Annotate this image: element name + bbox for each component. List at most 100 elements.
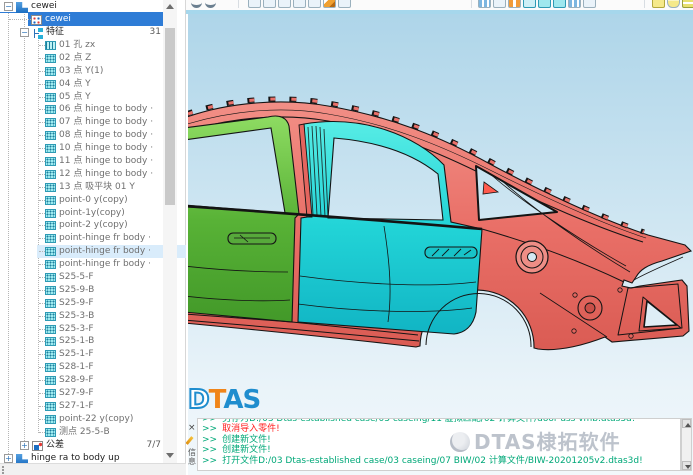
logo-letter-s: S xyxy=(242,385,261,415)
expand-icon[interactable]: + xyxy=(20,440,29,450)
collapse-icon[interactable]: − xyxy=(20,28,29,37)
clamp-icon[interactable] xyxy=(583,0,596,8)
measure-grid-icon[interactable] xyxy=(478,0,491,8)
tree-item[interactable]: S27-1-F xyxy=(0,400,185,413)
tree-node-tolerance[interactable]: + 公差 7/7 xyxy=(0,439,185,452)
add-page-icon[interactable] xyxy=(263,0,276,8)
mesh-grid-icon[interactable] xyxy=(568,0,581,8)
tree-item-hovered[interactable]: point-hinge fr body · xyxy=(0,245,186,259)
triangle-tool-icon[interactable] xyxy=(667,0,680,8)
export-icon[interactable] xyxy=(248,0,261,8)
tree-node-label: cewei xyxy=(31,1,57,11)
point-feature-icon xyxy=(45,118,56,128)
tree-item[interactable]: 07 点 hinge to body · xyxy=(0,116,185,129)
tree-item[interactable]: point-hinge fr body · xyxy=(0,232,185,245)
grid-tool-icon[interactable] xyxy=(682,0,693,8)
tree-item[interactable]: S25-5-F xyxy=(0,271,185,284)
tree-item[interactable]: S28-9-F xyxy=(0,374,185,387)
tree-node-label: 特征 xyxy=(46,27,65,37)
edit-pencil-icon[interactable] xyxy=(323,0,336,8)
tree-stub xyxy=(9,19,31,20)
tree-node-label: 公差 xyxy=(46,439,65,450)
tree-item[interactable]: S27-9-F xyxy=(0,387,185,400)
pencil-icon[interactable] xyxy=(185,436,194,445)
tree-item[interactable]: S28-1-F xyxy=(0,361,185,374)
point-cloud-icon[interactable] xyxy=(523,0,536,8)
tree-item[interactable]: 01 孔 zx xyxy=(0,39,185,52)
watermark-logo-icon xyxy=(450,432,470,452)
point-feature-icon xyxy=(45,157,56,167)
measure-icon xyxy=(31,15,42,25)
point-feature-icon xyxy=(45,208,56,218)
front-door-handle xyxy=(227,232,277,245)
logo-letter-t: T xyxy=(208,385,225,415)
close-icon[interactable]: × xyxy=(188,424,196,433)
pin-yellow-icon[interactable] xyxy=(652,0,665,8)
copy-page-icon[interactable] xyxy=(338,0,351,8)
tree-item[interactable]: S25-9-F xyxy=(0,297,185,310)
undo-icon[interactable] xyxy=(191,0,202,8)
tree-item[interactable]: 11 点 hinge to body · xyxy=(0,155,185,168)
tree-node-features[interactable]: − 特征 31 xyxy=(0,26,185,39)
point-feature-icon xyxy=(45,324,56,334)
scrollbar-thumb[interactable] xyxy=(165,28,175,205)
tree-item[interactable]: 06 点 hinge to body · xyxy=(0,103,185,116)
point-feature-icon xyxy=(45,182,56,192)
tab-information[interactable]: 信息 xyxy=(187,448,197,466)
tolerance-count: 7/7 xyxy=(146,439,161,450)
log-scrollbar[interactable] xyxy=(681,418,692,471)
tree-item[interactable]: 08 点 hinge to body · xyxy=(0,129,185,142)
tree-item[interactable]: S25-1-B xyxy=(0,335,185,348)
point-feature-icon xyxy=(45,66,56,76)
tree-item[interactable]: point-0 y(copy) xyxy=(0,194,185,207)
tree-item[interactable]: point-1y(copy) xyxy=(0,207,185,220)
point-feature-icon xyxy=(45,53,56,63)
tree-item[interactable]: S25-3-B xyxy=(0,310,185,323)
tree-item[interactable]: 13 点 吸平块 01 Y xyxy=(0,181,185,194)
front-door-green-panel[interactable] xyxy=(188,115,300,323)
open-file-icon[interactable] xyxy=(293,0,306,8)
tree-item[interactable]: S25-9-B xyxy=(0,284,185,297)
tree-vertical-scrollbar[interactable] xyxy=(163,0,177,463)
scroll-down-icon[interactable] xyxy=(166,453,174,458)
car-body-model[interactable] xyxy=(188,14,693,475)
tree-item[interactable]: S25-3-F xyxy=(0,323,185,336)
tree-item[interactable]: S25-1-F xyxy=(0,348,185,361)
tree-item[interactable]: point-2 y(copy) xyxy=(0,219,185,232)
tree-item[interactable]: point-hinge fr body · xyxy=(0,258,185,271)
tree-item[interactable]: 02 点 Z xyxy=(0,52,185,65)
redo-icon[interactable] xyxy=(205,0,216,8)
tree-item[interactable]: 测点 25-5-B xyxy=(0,426,185,439)
tree-horizontal-scrollbar[interactable] xyxy=(0,463,186,475)
message-panel-tabstrip: × 信息 xyxy=(185,420,197,475)
tree-item[interactable]: 12 点 hinge to body · xyxy=(0,168,185,181)
scroll-up-button[interactable] xyxy=(682,419,691,428)
save-icon[interactable] xyxy=(308,0,321,8)
front-door-window-opening xyxy=(188,127,286,214)
tree-item[interactable]: 05 点 Y xyxy=(0,91,185,104)
dtas-application-window: DTAS × 信息 >> 另存为D:/03 Dtas-established ca… xyxy=(0,0,693,475)
point-feature-icon xyxy=(45,376,56,386)
point-feature-icon xyxy=(45,401,56,411)
new-file-icon[interactable] xyxy=(278,0,291,8)
point-feature-icon xyxy=(45,105,56,115)
delete-point-icon[interactable] xyxy=(538,0,551,8)
sphere-icon[interactable] xyxy=(553,0,566,8)
toolbar-separator xyxy=(644,0,645,8)
splitter-grip[interactable] xyxy=(2,466,4,474)
3d-viewport[interactable]: DTAS × 信息 >> 另存为D:/03 Dtas-established ca… xyxy=(185,14,693,475)
message-log-window[interactable]: >> 另存为D:/03 Dtas-established case/03 case… xyxy=(197,418,681,471)
tree-node-cewei-root[interactable]: − cewei xyxy=(0,0,177,13)
collapse-icon[interactable]: − xyxy=(4,2,13,11)
pause-icon[interactable] xyxy=(508,0,521,8)
expand-icon[interactable]: + xyxy=(4,453,13,463)
tree-item[interactable]: 10 点 hinge to body · xyxy=(0,142,185,155)
tree-node-cewei-selected[interactable]: cewei xyxy=(0,13,185,26)
tree-item[interactable]: point-22 y(copy) xyxy=(0,413,185,426)
scroll-up-icon[interactable] xyxy=(166,4,174,9)
scroll-down-button[interactable] xyxy=(682,461,691,470)
tree-item[interactable]: 03 点 Y(1) xyxy=(0,65,185,78)
tree-item[interactable]: 04 点 Y xyxy=(0,78,185,91)
model-tree-panel[interactable]: − cewei cewei − 特征 31 01 孔 zx 02 点 Z 03 … xyxy=(0,0,186,475)
window-icon[interactable] xyxy=(493,0,506,8)
